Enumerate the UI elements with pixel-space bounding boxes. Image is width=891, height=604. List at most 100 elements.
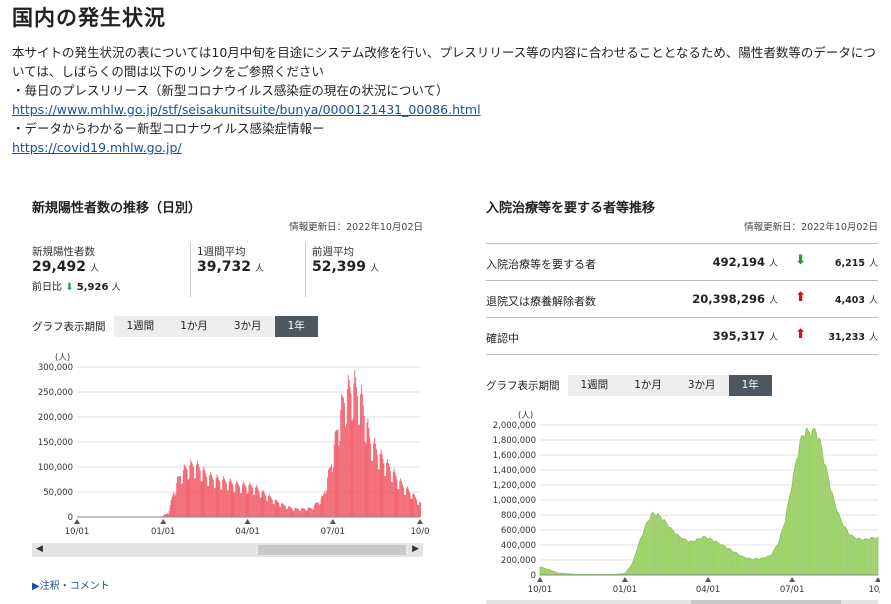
data-bar bbox=[265, 495, 267, 517]
data-bar bbox=[359, 424, 360, 517]
row-value: 20,398,296 bbox=[692, 292, 765, 306]
data-bar bbox=[259, 497, 261, 517]
data-bar bbox=[298, 509, 299, 517]
data-bar bbox=[371, 460, 373, 517]
data-bar bbox=[335, 430, 337, 517]
data-bar bbox=[252, 488, 254, 517]
data-bar bbox=[282, 502, 284, 517]
period-1week-button[interactable]: 1週間 bbox=[567, 375, 622, 396]
data-bar bbox=[357, 396, 359, 517]
data-bar bbox=[314, 505, 315, 517]
data-bar bbox=[241, 492, 242, 517]
row-delta: 6,215 bbox=[834, 258, 865, 269]
data-bar bbox=[262, 489, 264, 517]
data-bar bbox=[220, 489, 222, 517]
data-bar bbox=[263, 491, 265, 517]
data-bar bbox=[197, 463, 199, 517]
y-tick-label: 200,000 bbox=[501, 556, 536, 566]
stat-value: 52,399 bbox=[312, 259, 367, 275]
data-bar bbox=[318, 504, 320, 517]
x-tick-marker bbox=[705, 577, 712, 582]
data-bar bbox=[244, 485, 246, 517]
scrollbar-thumb[interactable] bbox=[691, 600, 841, 604]
data-bar bbox=[411, 499, 413, 517]
scrollbar-thumb[interactable] bbox=[258, 545, 406, 555]
x-tick-label: 07/01 bbox=[321, 527, 346, 537]
up-arrow-icon: ⬆ bbox=[795, 290, 806, 305]
data-bar bbox=[373, 443, 374, 517]
data-bar bbox=[258, 491, 260, 517]
data-bar bbox=[362, 405, 364, 517]
stat-value: 29,492 bbox=[32, 259, 87, 275]
data-bar bbox=[366, 422, 368, 517]
data-bar bbox=[237, 482, 239, 517]
data-bar bbox=[395, 476, 397, 517]
stat-label: 新規陽性者数 bbox=[32, 246, 95, 258]
data-bar bbox=[303, 508, 305, 517]
data-bar bbox=[274, 500, 276, 517]
right-updated: 情報更新日：2022年10月02日 bbox=[744, 222, 878, 233]
covid19-data-link[interactable]: https://covid19.mhlw.go.jp/ bbox=[12, 140, 182, 155]
data-bar bbox=[390, 470, 391, 517]
press-release-link[interactable]: https://www.mhlw.go.jp/stf/seisakunitsui… bbox=[12, 102, 481, 117]
period-1year-button[interactable]: 1年 bbox=[728, 375, 772, 396]
data-bar bbox=[372, 461, 374, 517]
period-1month-button[interactable]: 1か月 bbox=[167, 316, 221, 337]
data-bar bbox=[407, 488, 409, 517]
data-bar bbox=[211, 474, 212, 517]
row-delta-unit: 人 bbox=[868, 333, 878, 343]
data-bar bbox=[379, 453, 381, 517]
row-delta: 4,403 bbox=[834, 295, 865, 306]
data-bar bbox=[277, 501, 279, 517]
scroll-right-arrow-icon[interactable]: ▶ bbox=[412, 544, 419, 554]
data-bar bbox=[196, 460, 198, 517]
data-bar bbox=[345, 423, 347, 517]
data-bar bbox=[249, 482, 251, 517]
data-bar bbox=[231, 482, 233, 517]
scroll-left-arrow-icon[interactable]: ◀ bbox=[36, 544, 43, 554]
period-3month-button[interactable]: 3か月 bbox=[220, 316, 275, 337]
x-tick-marker bbox=[537, 577, 543, 582]
period-1month-button[interactable]: 1か月 bbox=[621, 375, 675, 396]
data-bar bbox=[308, 507, 310, 517]
data-bar bbox=[214, 487, 216, 517]
data-bar bbox=[239, 486, 240, 517]
data-bar bbox=[384, 476, 386, 517]
data-bar bbox=[415, 497, 417, 517]
data-bar bbox=[396, 479, 398, 517]
stat-value: 39,732 bbox=[197, 259, 252, 275]
data-bar bbox=[386, 462, 388, 517]
y-tick-label: 150,000 bbox=[38, 438, 73, 448]
data-bar bbox=[179, 476, 180, 517]
data-bar bbox=[392, 471, 394, 517]
x-tick-label: 07/01 bbox=[780, 585, 805, 595]
period-3month-button[interactable]: 3か月 bbox=[674, 375, 729, 396]
data-bar bbox=[286, 508, 288, 517]
data-bar bbox=[414, 495, 416, 517]
data-bar bbox=[315, 502, 317, 517]
data-bar bbox=[184, 466, 186, 517]
period-1year-button[interactable]: 1年 bbox=[274, 316, 318, 337]
y-tick-label: 300,000 bbox=[38, 363, 73, 373]
data-bar bbox=[227, 490, 229, 517]
data-bar bbox=[412, 493, 414, 517]
data-bar bbox=[409, 493, 411, 517]
data-bar bbox=[390, 481, 392, 517]
y-tick-label: 1,600,000 bbox=[493, 451, 536, 461]
data-bar bbox=[301, 507, 303, 517]
data-bar bbox=[378, 469, 380, 517]
right-chart-scrollbar[interactable] bbox=[486, 600, 878, 604]
data-bar bbox=[381, 454, 383, 517]
data-bar bbox=[410, 498, 412, 517]
data-bar bbox=[207, 486, 209, 517]
data-bar bbox=[342, 395, 344, 517]
left-chart-scrollbar[interactable]: ◀ ▶ bbox=[32, 543, 423, 557]
data-bar bbox=[278, 503, 280, 517]
notes-comments-link[interactable]: ▶注釈・コメント bbox=[32, 577, 110, 592]
y-tick-label: 0 bbox=[531, 571, 536, 581]
data-bar bbox=[232, 485, 234, 517]
intro-line: ・毎日のプレスリリース（新型コロナウイルス感染症の現在の状況について） bbox=[12, 83, 449, 98]
period-1week-button[interactable]: 1週間 bbox=[113, 316, 168, 337]
data-bar bbox=[405, 495, 406, 517]
data-bar bbox=[226, 490, 228, 517]
